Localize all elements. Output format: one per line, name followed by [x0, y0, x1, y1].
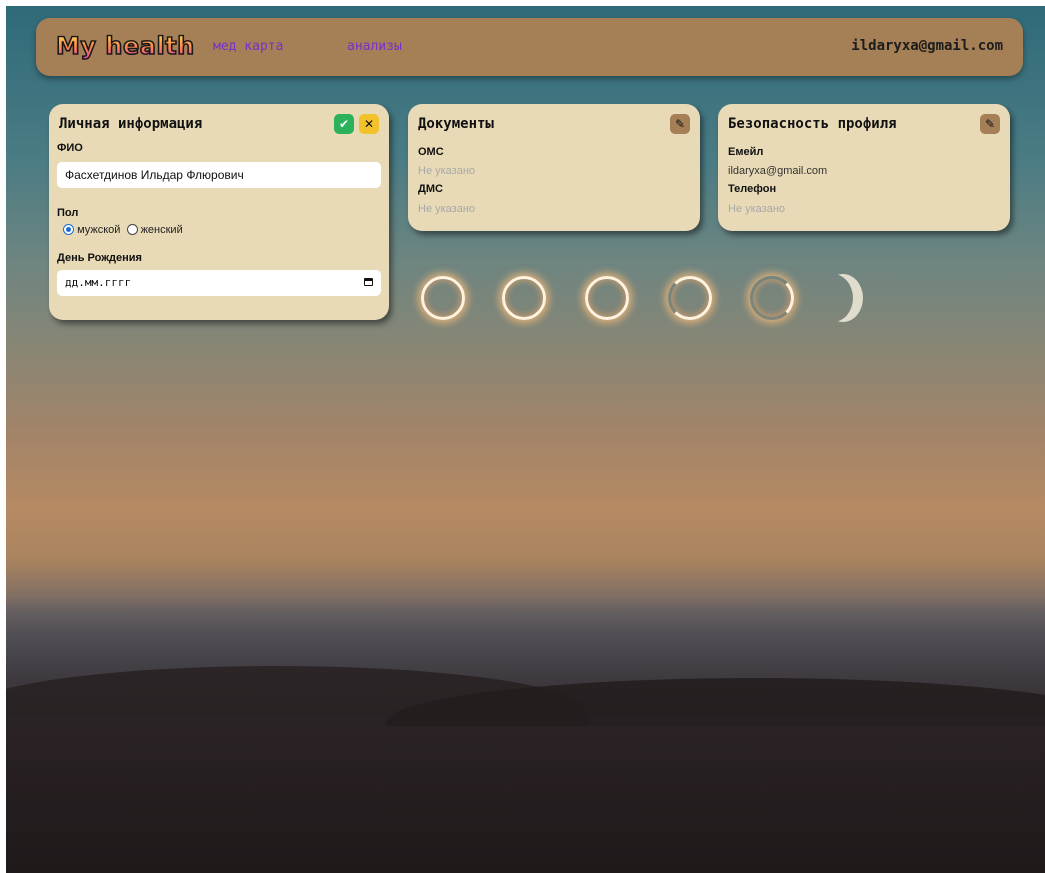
card-title: Личная информация	[59, 116, 203, 132]
phone-label: Телефон	[728, 183, 777, 195]
eclipse-ring	[585, 276, 629, 320]
cancel-button[interactable]: ✕	[359, 114, 379, 134]
card-title: Документы	[418, 116, 494, 132]
nav-analyses[interactable]: анализы	[347, 39, 402, 54]
eclipse-ring	[750, 276, 794, 320]
nav-med-card[interactable]: мед карта	[213, 39, 283, 54]
radio-female[interactable]	[126, 224, 138, 235]
birthday-placeholder: дд.мм.гггг	[65, 276, 132, 289]
check-icon: ✔	[338, 117, 350, 131]
desert-ground	[6, 726, 1045, 873]
fio-input[interactable]: Фасхетдинов Ильдар Флюрович	[57, 162, 381, 188]
crescent-moon	[813, 274, 853, 322]
gender-radio-group: мужской женский	[63, 224, 183, 236]
pencil-icon: ✎	[984, 117, 996, 131]
phone-value: Не указано	[728, 203, 786, 215]
birthday-input[interactable]: дд.мм.гггг	[57, 270, 381, 296]
logo[interactable]: My health	[55, 31, 195, 61]
top-header: My health мед карта анализы ildaryxa@gma…	[36, 18, 1023, 76]
security-card: Безопасность профиля ✎ Емейл ildaryxa@gm…	[718, 104, 1010, 231]
fio-label: ФИО	[57, 142, 83, 154]
documents-card: Документы ✎ ОМС Не указано ДМС Не указан…	[408, 104, 700, 231]
oms-label: ОМС	[418, 146, 444, 158]
radio-male[interactable]	[63, 224, 74, 235]
gender-label: Пол	[57, 207, 79, 219]
dms-value: Не указано	[418, 203, 476, 215]
eclipse-ring	[668, 276, 712, 320]
edit-button[interactable]: ✎	[670, 114, 690, 134]
pencil-icon: ✎	[674, 117, 686, 131]
email-value: ildaryxa@gmail.com	[728, 165, 828, 177]
save-button[interactable]: ✔	[334, 114, 354, 134]
eclipse-ring	[502, 276, 546, 320]
background-scene: My health мед карта анализы ildaryxa@gma…	[6, 6, 1045, 873]
close-icon: ✕	[363, 117, 375, 131]
radio-female-label: женский	[140, 224, 183, 236]
card-title: Безопасность профиля	[728, 116, 897, 132]
calendar-icon[interactable]	[364, 278, 373, 286]
personal-info-card: Личная информация ✔ ✕ ФИО Фасхетдинов Ил…	[49, 104, 389, 320]
email-label: Емейл	[728, 146, 764, 158]
dms-label: ДМС	[418, 183, 443, 195]
oms-value: Не указано	[418, 165, 476, 177]
eclipse-ring	[421, 276, 465, 320]
edit-button[interactable]: ✎	[980, 114, 1000, 134]
user-email[interactable]: ildaryxa@gmail.com	[851, 38, 1003, 54]
birthday-label: День Рождения	[57, 252, 142, 264]
radio-male-label: мужской	[77, 224, 121, 236]
